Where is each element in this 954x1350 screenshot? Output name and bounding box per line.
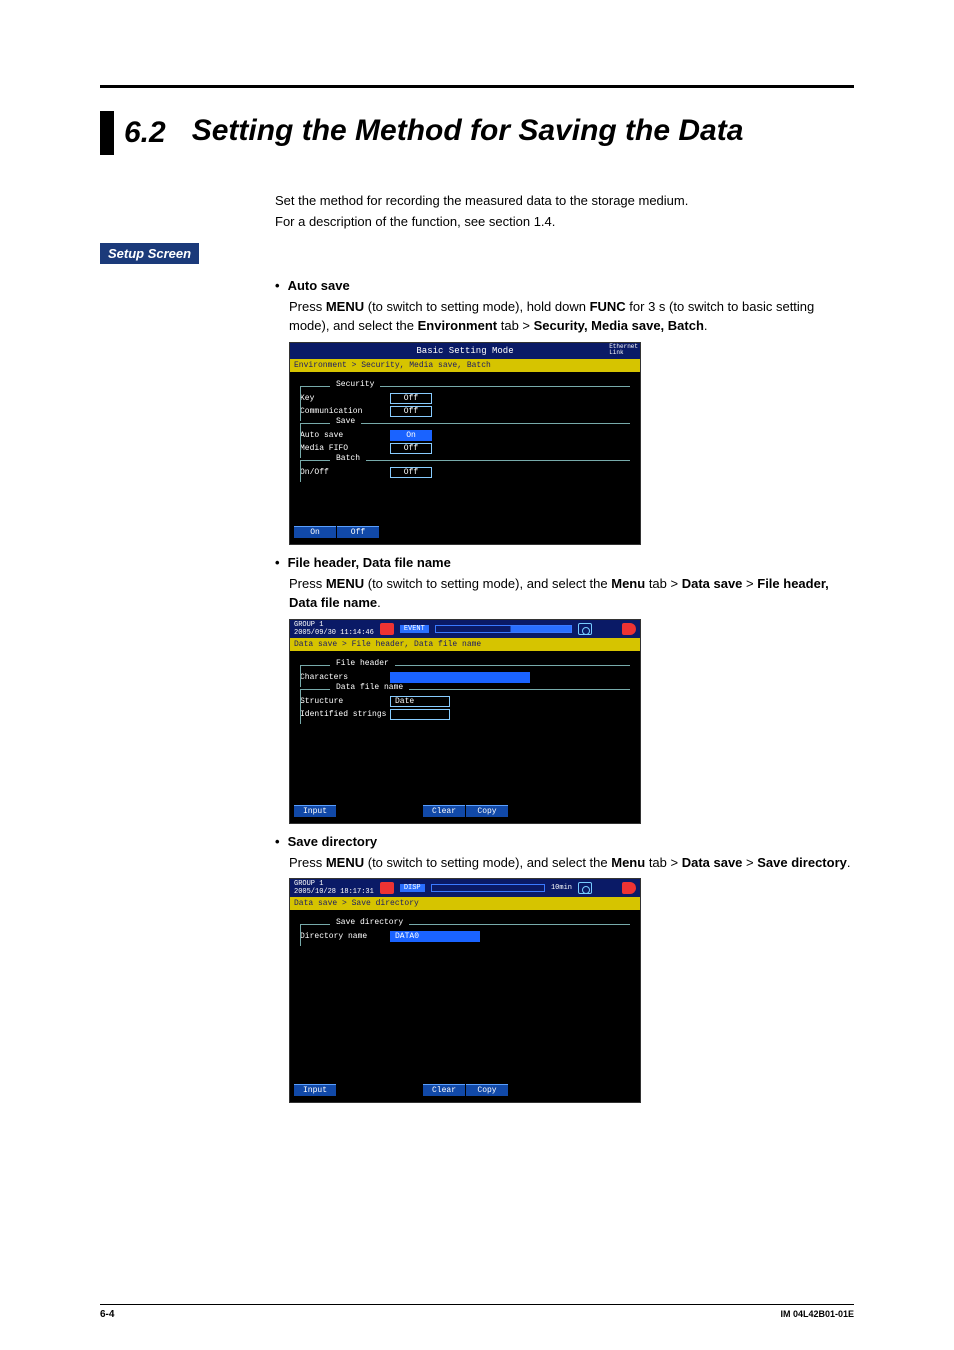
- dev2-progress-bar: [435, 625, 572, 633]
- group-file-header-legend: File header: [330, 659, 395, 668]
- autosave-label: Auto save: [300, 431, 390, 440]
- heading-stub: [100, 111, 114, 155]
- dev1-footer: On Off: [290, 522, 640, 544]
- dev3-duration: 10min: [551, 884, 572, 892]
- group-save: Save Auto saveOn Media FIFOOff: [300, 423, 630, 454]
- dev2-btn-copy[interactable]: Copy: [466, 805, 508, 817]
- group-save-directory: Save directory Directory nameDATA0: [300, 924, 630, 942]
- doc-id: IM 04L42B01-01E: [780, 1309, 854, 1320]
- dev1-breadcrumb: Environment > Security, Media save, Batc…: [290, 359, 640, 372]
- bullet-dot: •: [275, 834, 280, 849]
- dev2-btn-input[interactable]: Input: [294, 805, 336, 817]
- communication-value[interactable]: Off: [390, 406, 432, 417]
- dev3-bar: [431, 884, 545, 892]
- dev1-btn-on[interactable]: On: [294, 526, 336, 538]
- group-save-legend: Save: [330, 417, 361, 426]
- onoff-label: On/Off: [300, 468, 390, 477]
- dev1-btn-off[interactable]: Off: [337, 526, 379, 538]
- save-directory-desc: Press MENU (to switch to setting mode), …: [289, 853, 854, 873]
- dev2-breadcrumb: Data save > File header, Data file name: [290, 638, 640, 651]
- alarm-icon: [624, 623, 636, 635]
- dev3-disp-tag: DISP: [400, 884, 425, 892]
- section-heading: 6.2 Setting the Method for Saving the Da…: [100, 111, 954, 155]
- bullet-file-header-label: File header, Data file name: [288, 555, 451, 570]
- dev2-topbar: GROUP 1 2005/09/30 11:14:46 EVENT: [290, 620, 640, 638]
- dev2-event-tag: EVENT: [400, 625, 429, 633]
- directory-name-value[interactable]: DATA0: [390, 931, 480, 942]
- dev3-btn-copy[interactable]: Copy: [466, 1084, 508, 1096]
- directory-name-label: Directory name: [300, 932, 390, 941]
- page-footer: 6-4 IM 04L42B01-01E: [100, 1304, 854, 1320]
- dev3-btn-input[interactable]: Input: [294, 1084, 336, 1096]
- intro-line-2: For a description of the function, see s…: [275, 212, 854, 233]
- group-batch-legend: Batch: [330, 454, 366, 463]
- communication-label: Communication: [300, 407, 390, 416]
- group-data-file-name: Data file name StructureDate Identified …: [300, 689, 630, 720]
- mediafifo-label: Media FIFO: [300, 444, 390, 453]
- bullet-dot: •: [275, 278, 280, 293]
- bullet-dot: •: [275, 555, 280, 570]
- structure-label: Structure: [300, 697, 390, 706]
- setup-screen-label: Setup Screen: [100, 243, 199, 264]
- key-label: Key: [300, 394, 390, 403]
- chat-icon: [380, 882, 394, 894]
- page-number: 6-4: [100, 1309, 114, 1320]
- characters-value[interactable]: [390, 672, 530, 683]
- auto-save-desc: Press MENU (to switch to setting mode), …: [289, 297, 854, 336]
- alarm-icon: [624, 882, 636, 894]
- bullet-save-directory: • Save directory: [275, 834, 854, 849]
- dev3-breadcrumb: Data save > Save directory: [290, 897, 640, 910]
- group-file-header: File header Characters: [300, 665, 630, 683]
- file-header-desc: Press MENU (to switch to setting mode), …: [289, 574, 854, 613]
- bullet-auto-save-label: Auto save: [288, 278, 350, 293]
- dev1-body: Security KeyOff CommunicationOff Save Au…: [290, 372, 640, 522]
- bullet-save-directory-label: Save directory: [288, 834, 378, 849]
- group-data-file-name-legend: Data file name: [330, 683, 409, 692]
- bullet-file-header: • File header, Data file name: [275, 555, 854, 570]
- key-value[interactable]: Off: [390, 393, 432, 404]
- characters-label: Characters: [300, 673, 390, 682]
- dev1-titlebar: Basic Setting Mode Ethernet Link: [290, 343, 640, 359]
- dev1-title: Basic Setting Mode: [416, 346, 513, 356]
- screenshot-save-directory: GROUP 1 2005/10/28 18:17:31 DISP 10min D…: [289, 878, 641, 1103]
- screenshot-file-header: GROUP 1 2005/09/30 11:14:46 EVENT Data s…: [289, 619, 641, 824]
- autosave-value[interactable]: On: [390, 430, 432, 441]
- mediafifo-value[interactable]: Off: [390, 443, 432, 454]
- dev2-btn-clear[interactable]: Clear: [423, 805, 465, 817]
- dev3-group-date: GROUP 1 2005/10/28 18:17:31: [294, 880, 374, 896]
- section-number: 6.2: [124, 111, 166, 155]
- intro-block: Set the method for recording the measure…: [275, 191, 854, 233]
- intro-line-1: Set the method for recording the measure…: [275, 191, 854, 212]
- camera-icon: [578, 882, 592, 894]
- content: • Auto save Press MENU (to switch to set…: [275, 278, 854, 1104]
- dev3-btn-clear[interactable]: Clear: [423, 1084, 465, 1096]
- screenshot-auto-save: Basic Setting Mode Ethernet Link Environ…: [289, 342, 641, 545]
- dev2-body: File header Characters Data file name St…: [290, 651, 640, 801]
- structure-value[interactable]: Date: [390, 696, 450, 707]
- camera-icon: [578, 623, 592, 635]
- identified-strings-label: Identified strings: [300, 710, 390, 719]
- group-security-legend: Security: [330, 380, 380, 389]
- ethernet-link-indicator: Ethernet Link: [609, 344, 638, 356]
- group-batch: Batch On/OffOff: [300, 460, 630, 478]
- group-save-directory-legend: Save directory: [330, 918, 409, 927]
- identified-strings-value[interactable]: [390, 709, 450, 720]
- dev3-body: Save directory Directory nameDATA0: [290, 910, 640, 1080]
- dev3-topbar: GROUP 1 2005/10/28 18:17:31 DISP 10min: [290, 879, 640, 897]
- top-rule: [100, 85, 854, 88]
- group-security: Security KeyOff CommunicationOff: [300, 386, 630, 417]
- dev3-footer: Input Clear Copy: [290, 1080, 640, 1102]
- dev2-group-date: GROUP 1 2005/09/30 11:14:46: [294, 621, 374, 637]
- chat-icon: [380, 623, 394, 635]
- dev2-footer: Input Clear Copy: [290, 801, 640, 823]
- section-title: Setting the Method for Saving the Data: [192, 111, 744, 151]
- bullet-auto-save: • Auto save: [275, 278, 854, 293]
- onoff-value[interactable]: Off: [390, 467, 432, 478]
